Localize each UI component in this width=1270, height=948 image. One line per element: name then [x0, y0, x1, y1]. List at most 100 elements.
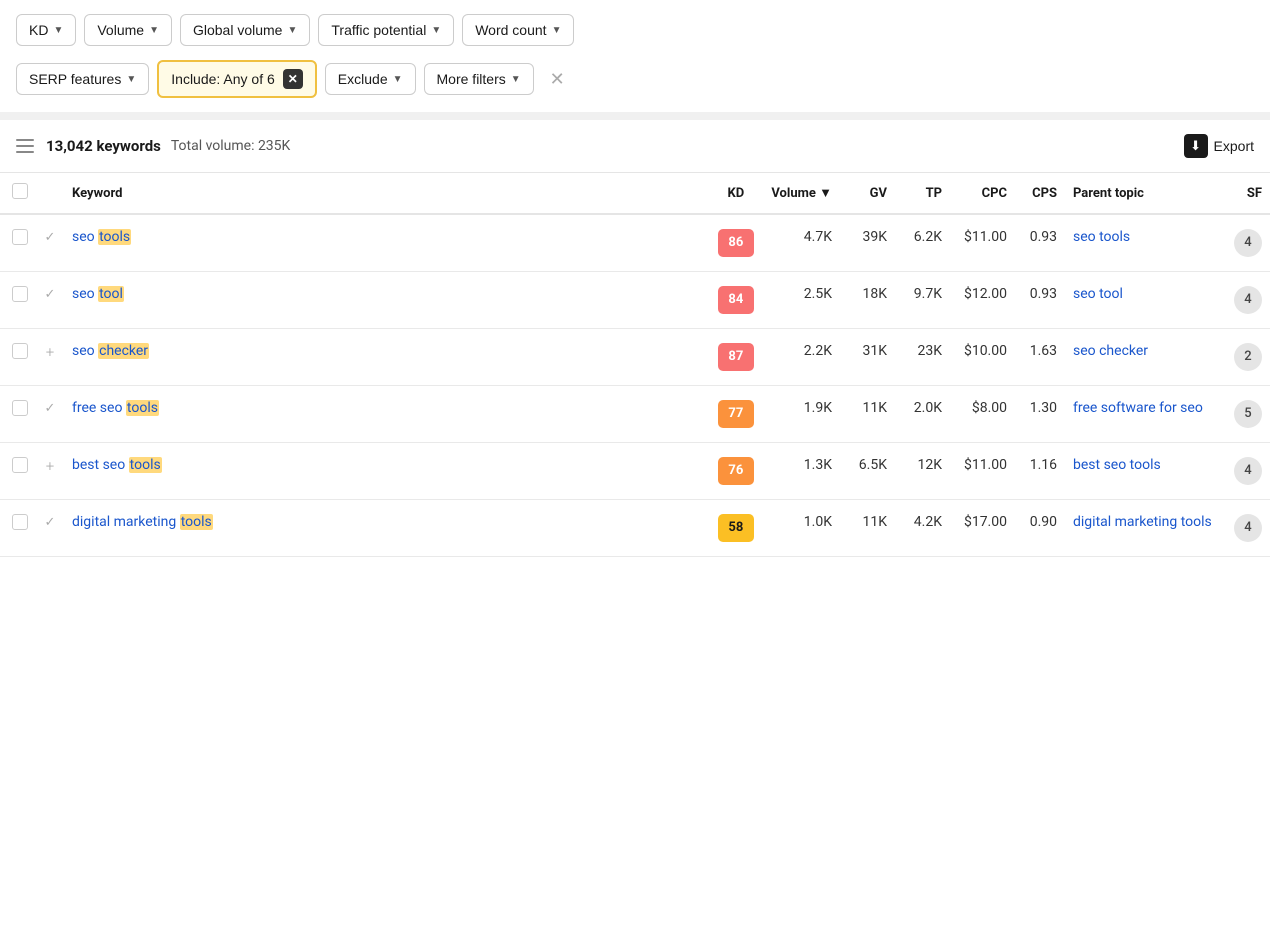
row-cpc-cell: $17.00	[950, 500, 1015, 557]
row-parent-topic-cell: best seo tools	[1065, 443, 1225, 500]
row-keyword-cell: digital marketing tools	[64, 500, 708, 557]
checkmark-icon[interactable]: ✓	[45, 401, 56, 416]
select-all-checkbox[interactable]	[12, 183, 28, 199]
row-gv-cell: 18K	[840, 272, 895, 329]
row-volume-cell: 1.9K	[763, 386, 840, 443]
row-volume-cell: 2.5K	[763, 272, 840, 329]
row-checkbox[interactable]	[12, 229, 28, 245]
header-volume[interactable]: Volume ▼	[763, 173, 840, 214]
exclude-filter-button[interactable]: Exclude ▼	[325, 63, 416, 95]
row-kd-cell: 87	[708, 329, 763, 386]
row-cps-cell: 0.90	[1015, 500, 1065, 557]
keywords-table: Keyword KD Volume ▼ GV TP CPC CPS Parent…	[0, 173, 1270, 557]
sf-badge: 4	[1234, 229, 1262, 257]
row-checkbox[interactable]	[12, 457, 28, 473]
row-cpc-cell: $8.00	[950, 386, 1015, 443]
row-kd-cell: 58	[708, 500, 763, 557]
kd-badge: 76	[718, 457, 754, 485]
table-row: ✓seo tools864.7K39K6.2K$11.000.93seo too…	[0, 214, 1270, 272]
row-sf-cell: 4	[1225, 214, 1270, 272]
parent-topic-link[interactable]: free software for seo	[1073, 400, 1203, 416]
sf-badge: 4	[1234, 457, 1262, 485]
row-gv-cell: 11K	[840, 500, 895, 557]
table-row: ✓digital marketing tools581.0K11K4.2K$17…	[0, 500, 1270, 557]
include-filter-button[interactable]: Include: Any of 6 ✕	[157, 60, 317, 98]
global-volume-filter-button[interactable]: Global volume ▼	[180, 14, 310, 46]
plus-icon[interactable]: +	[46, 457, 54, 475]
row-checkbox[interactable]	[12, 286, 28, 302]
more-filters-chevron-icon: ▼	[511, 74, 521, 85]
row-cps-cell: 0.93	[1015, 214, 1065, 272]
row-gv-cell: 31K	[840, 329, 895, 386]
clear-all-filters-button[interactable]: ✕	[542, 65, 573, 94]
export-label: Export	[1214, 138, 1254, 154]
table-row: ✓seo tool842.5K18K9.7K$12.000.93seo tool…	[0, 272, 1270, 329]
kd-badge: 77	[718, 400, 754, 428]
export-icon: ⬇	[1184, 134, 1208, 158]
plus-icon[interactable]: +	[46, 343, 54, 361]
keyword-link[interactable]: free seo tools	[72, 400, 159, 416]
parent-topic-link[interactable]: seo tool	[1073, 286, 1123, 302]
row-status-icon-cell: +	[36, 329, 64, 386]
row-parent-topic-cell: digital marketing tools	[1065, 500, 1225, 557]
header-checkbox-col	[0, 173, 36, 214]
row-cps-cell: 1.16	[1015, 443, 1065, 500]
row-cps-cell: 1.30	[1015, 386, 1065, 443]
traffic-potential-filter-button[interactable]: Traffic potential ▼	[318, 14, 454, 46]
row-status-icon-cell: ✓	[36, 272, 64, 329]
keyword-link[interactable]: seo tools	[72, 229, 131, 245]
row-kd-cell: 77	[708, 386, 763, 443]
checkmark-icon[interactable]: ✓	[45, 230, 56, 245]
row-checkbox[interactable]	[12, 514, 28, 530]
row-tp-cell: 2.0K	[895, 386, 950, 443]
row-sf-cell: 5	[1225, 386, 1270, 443]
results-header: 13,042 keywords Total volume: 235K ⬇ Exp…	[0, 120, 1270, 173]
bottom-filter-bar: SERP features ▼ Include: Any of 6 ✕ Excl…	[0, 60, 1270, 112]
row-cps-cell: 1.63	[1015, 329, 1065, 386]
volume-filter-label: Volume	[97, 22, 144, 38]
row-status-icon-cell: ✓	[36, 386, 64, 443]
parent-topic-link[interactable]: seo tools	[1073, 229, 1130, 245]
row-tp-cell: 6.2K	[895, 214, 950, 272]
row-sf-cell: 4	[1225, 500, 1270, 557]
include-filter-close-icon[interactable]: ✕	[283, 69, 303, 89]
word-count-filter-button[interactable]: Word count ▼	[462, 14, 574, 46]
menu-lines-icon[interactable]	[16, 139, 34, 153]
traffic-potential-chevron-icon: ▼	[431, 25, 441, 36]
parent-topic-link[interactable]: best seo tools	[1073, 457, 1161, 473]
keyword-link[interactable]: seo checker	[72, 343, 149, 359]
top-filter-bar: KD ▼ Volume ▼ Global volume ▼ Traffic po…	[0, 0, 1270, 60]
keyword-link[interactable]: seo tool	[72, 286, 124, 302]
row-kd-cell: 86	[708, 214, 763, 272]
row-kd-cell: 76	[708, 443, 763, 500]
word-count-chevron-icon: ▼	[552, 25, 562, 36]
kd-badge: 86	[718, 229, 754, 257]
keyword-link[interactable]: digital marketing tools	[72, 514, 213, 530]
row-tp-cell: 23K	[895, 329, 950, 386]
keyword-link[interactable]: best seo tools	[72, 457, 162, 473]
row-checkbox[interactable]	[12, 343, 28, 359]
row-checkbox-cell	[0, 443, 36, 500]
row-status-icon-cell: ✓	[36, 500, 64, 557]
row-checkbox-cell	[0, 272, 36, 329]
word-count-filter-label: Word count	[475, 22, 546, 38]
row-parent-topic-cell: seo tool	[1065, 272, 1225, 329]
checkmark-icon[interactable]: ✓	[45, 287, 56, 302]
sf-badge: 2	[1234, 343, 1262, 371]
row-sf-cell: 4	[1225, 443, 1270, 500]
row-tp-cell: 9.7K	[895, 272, 950, 329]
parent-topic-link[interactable]: seo checker	[1073, 343, 1148, 359]
row-gv-cell: 39K	[840, 214, 895, 272]
kd-filter-button[interactable]: KD ▼	[16, 14, 76, 46]
row-checkbox[interactable]	[12, 400, 28, 416]
table-row: +best seo tools761.3K6.5K12K$11.001.16be…	[0, 443, 1270, 500]
serp-features-filter-button[interactable]: SERP features ▼	[16, 63, 149, 95]
checkmark-icon[interactable]: ✓	[45, 515, 56, 530]
parent-topic-link[interactable]: digital marketing tools	[1073, 514, 1212, 530]
row-cpc-cell: $11.00	[950, 443, 1015, 500]
volume-filter-button[interactable]: Volume ▼	[84, 14, 172, 46]
more-filters-button[interactable]: More filters ▼	[424, 63, 534, 95]
global-volume-chevron-icon: ▼	[287, 25, 297, 36]
export-button[interactable]: ⬇ Export	[1184, 134, 1254, 158]
total-volume: Total volume: 235K	[171, 138, 1184, 154]
